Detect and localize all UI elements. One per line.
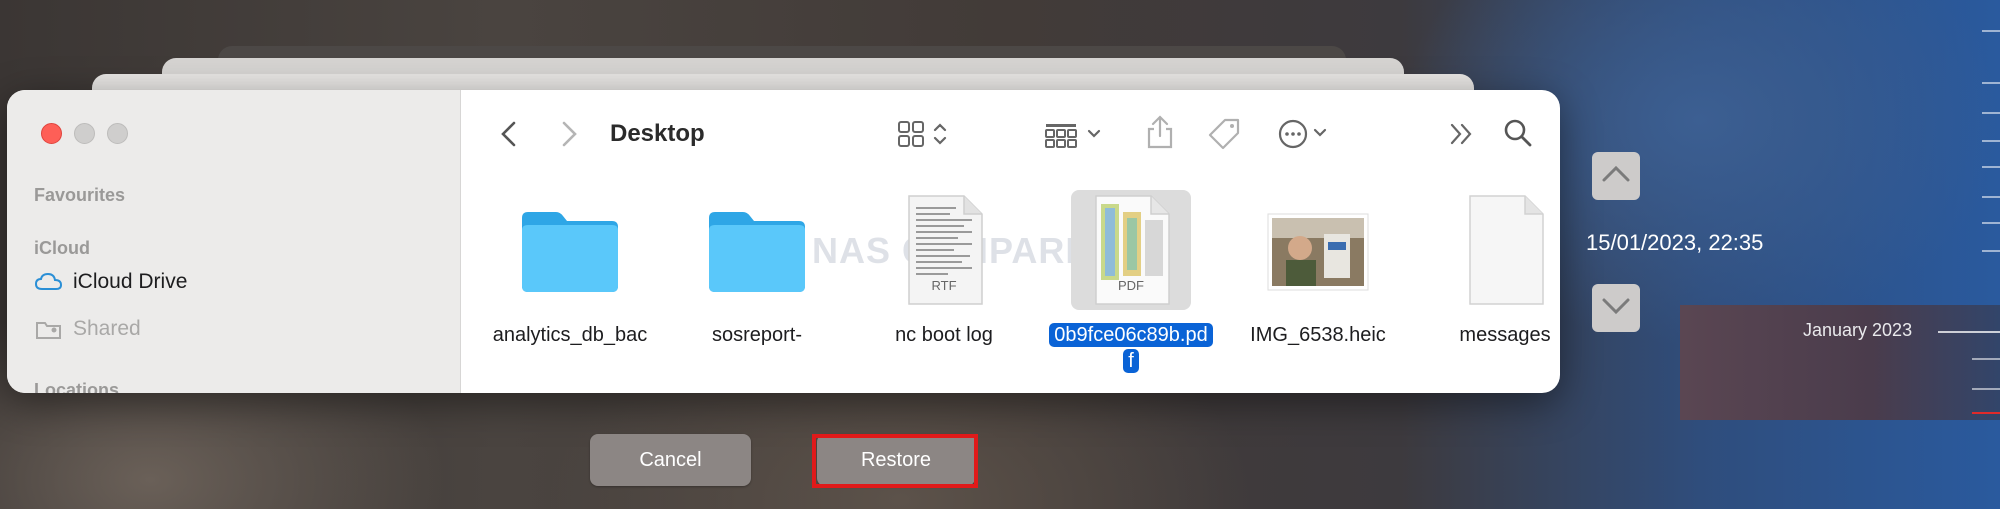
timeline-tick[interactable] xyxy=(1982,250,2000,252)
file-label-line2: f xyxy=(1123,349,1139,373)
file-item-nc-boot-log[interactable]: RTF nc boot log xyxy=(859,190,1029,348)
timeline-tick[interactable] xyxy=(1982,222,2000,224)
file-item-pdf-selected[interactable]: PDF 0b9fce06c89b.pd f xyxy=(1046,190,1216,374)
file-label-line1: 0b9fce06c89b.pd xyxy=(1049,323,1213,347)
restore-button[interactable]: Restore xyxy=(817,434,975,486)
timeline-tick[interactable] xyxy=(1982,140,2000,142)
file-label: 0b9fce06c89b.pd f xyxy=(1046,322,1216,374)
more-actions-icon[interactable] xyxy=(1277,118,1337,150)
icon-view-grid-icon[interactable] xyxy=(897,119,953,149)
timeline-tick[interactable] xyxy=(1982,166,2000,168)
forward-chevron-icon[interactable] xyxy=(559,121,579,147)
cancel-button[interactable]: Cancel xyxy=(590,434,751,486)
tag-icon[interactable] xyxy=(1207,117,1241,151)
file-item-messages[interactable]: messages xyxy=(1420,190,1560,348)
timeline-tick[interactable] xyxy=(1972,358,2000,360)
timeline-tick[interactable] xyxy=(1982,82,2000,84)
file-item-sosreport[interactable]: sosreport- xyxy=(672,190,842,348)
snapshot-datestamp: 15/01/2023, 22:35 xyxy=(1586,230,1764,255)
image-thumbnail xyxy=(1258,190,1378,310)
file-label: nc boot log xyxy=(895,324,993,346)
window-title: Desktop xyxy=(610,120,705,147)
file-item-img-6538[interactable]: IMG_6538.heic xyxy=(1233,190,1403,348)
timeline-tick[interactable] xyxy=(1938,331,2000,333)
group-by-icon[interactable] xyxy=(1044,119,1108,149)
sidebar-item-label: iCloud Drive xyxy=(73,270,188,293)
back-chevron-icon[interactable] xyxy=(499,121,519,147)
file-label: messages xyxy=(1459,324,1551,346)
timeline-month-label[interactable]: January 2023 xyxy=(1803,320,1912,341)
chevron-up-icon xyxy=(1601,164,1631,189)
timeline-current-tick[interactable] xyxy=(1972,412,2000,414)
cloud-icon xyxy=(34,271,63,293)
timeline-tick[interactable] xyxy=(1982,196,2000,198)
rtf-document-icon: RTF xyxy=(884,190,1004,310)
file-item-analytics[interactable]: analytics_db_bac xyxy=(485,190,655,348)
finder-window: Favourites iCloud iCloud Drive Shared Lo… xyxy=(7,90,1560,393)
folder-icon xyxy=(510,190,630,310)
sidebar-item-icloud-drive[interactable]: iCloud Drive xyxy=(34,270,188,294)
minimize-button[interactable] xyxy=(74,123,95,144)
shared-folder-icon xyxy=(35,318,63,340)
document-icon xyxy=(1445,190,1560,310)
zoom-button[interactable] xyxy=(107,123,128,144)
sidebar-heading-locations: Locations xyxy=(34,380,120,393)
timeline-tick[interactable] xyxy=(1982,30,2000,32)
pdf-document-icon: PDF xyxy=(1071,190,1191,310)
chevron-down-icon xyxy=(1601,296,1631,321)
pdf-badge: PDF xyxy=(1118,278,1144,293)
rtf-badge: RTF xyxy=(931,278,957,293)
overflow-chevrons-icon[interactable] xyxy=(1449,122,1475,146)
close-button[interactable] xyxy=(41,123,62,144)
file-label: analytics_db_bac xyxy=(492,324,648,346)
sidebar-heading-favourites: Favourites xyxy=(34,185,126,205)
share-icon[interactable] xyxy=(1145,114,1175,150)
sidebar-heading-icloud: iCloud xyxy=(34,238,90,258)
folder-icon xyxy=(697,190,817,310)
file-label: IMG_6538.heic xyxy=(1250,324,1386,346)
sidebar-item-label: Shared xyxy=(73,317,141,340)
timeline-up-button[interactable] xyxy=(1592,152,1640,200)
timeline-tick[interactable] xyxy=(1982,112,2000,114)
sidebar: Favourites iCloud iCloud Drive Shared Lo… xyxy=(7,90,461,393)
search-icon[interactable] xyxy=(1503,118,1533,148)
file-label: sosreport- xyxy=(711,324,803,346)
sidebar-item-shared[interactable]: Shared xyxy=(35,317,141,341)
timeline-down-button[interactable] xyxy=(1592,284,1640,332)
timeline-tick[interactable] xyxy=(1972,388,2000,390)
